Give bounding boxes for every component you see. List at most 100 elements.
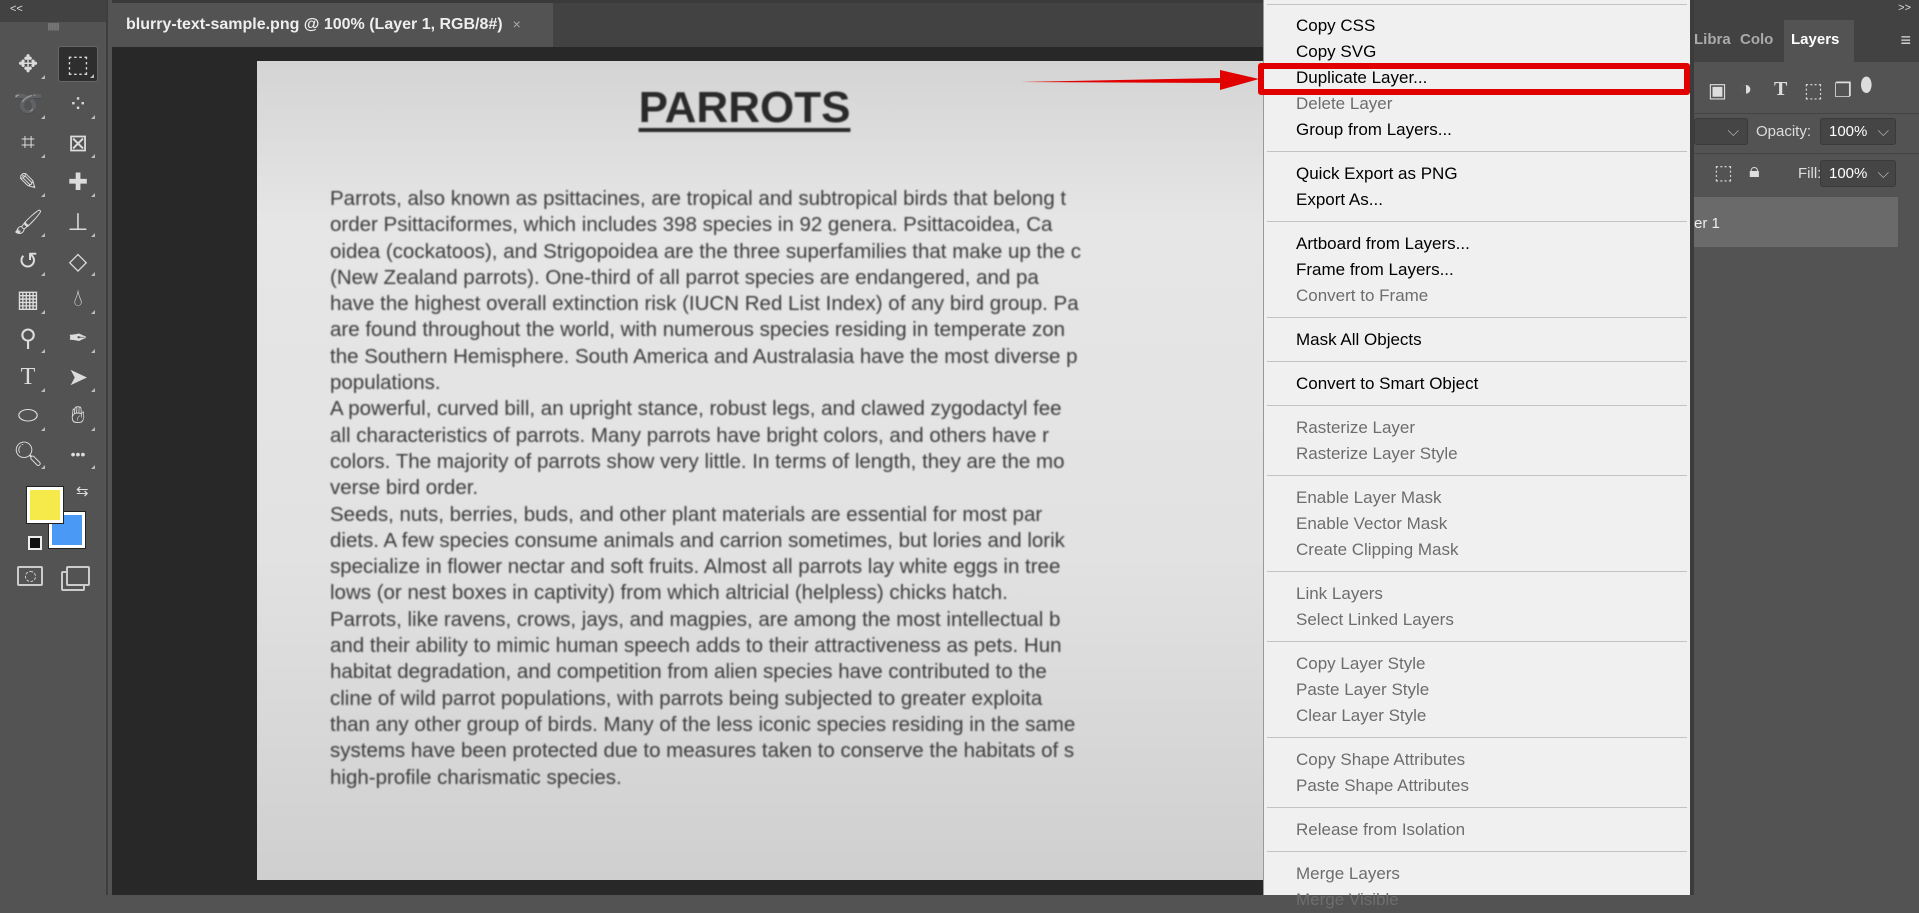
menu-separator xyxy=(1267,361,1687,362)
menu-item-convert-to-frame: Convert to Frame xyxy=(1296,286,1429,305)
expand-panels-button[interactable]: >> xyxy=(1694,0,1919,20)
fill-field[interactable]: 100% ⌵ xyxy=(1820,160,1896,187)
layer-context-menu: Copy CSS Copy SVG Duplicate Layer... Delete… xyxy=(1263,0,1690,909)
menu-item-merge-layers: Merge Layers xyxy=(1296,864,1400,883)
menu-item-create-clipping-mask: Create Clipping Mask xyxy=(1296,540,1459,559)
eyedropper-tool-icon[interactable]: ✎ xyxy=(8,164,48,200)
tab-libraries[interactable]: Libra xyxy=(1694,20,1736,62)
text-line: all characteristics of parrots. Many par… xyxy=(330,423,1049,447)
text-line: diets. A few species consume animals and… xyxy=(330,528,1065,552)
menu-item-convert-to-smart-object[interactable]: Convert to Smart Object xyxy=(1264,371,1690,397)
menu-separator xyxy=(1267,737,1687,738)
chevron-down-icon[interactable]: ⌵ xyxy=(1878,165,1889,182)
path-selection-tool-icon[interactable]: ➤ xyxy=(58,359,98,395)
menu-item-frame-from-layers[interactable]: Frame from Layers... xyxy=(1264,257,1690,283)
pen-tool-icon[interactable]: ✒ xyxy=(58,320,98,356)
tab-layers[interactable]: Layers xyxy=(1784,20,1854,62)
move-tool-icon[interactable]: ✥ xyxy=(8,46,48,82)
menu-item-enable-vector-mask: Enable Vector Mask xyxy=(1296,514,1448,533)
dodge-tool-icon[interactable]: ⚲ xyxy=(8,320,48,356)
chevron-down-icon[interactable]: ⌵ xyxy=(1878,123,1889,140)
menu-item-export-as[interactable]: Export As... xyxy=(1264,187,1690,213)
toolbar-grip[interactable]: |||||||||| xyxy=(0,22,106,34)
swap-colors-icon[interactable]: ⇆ xyxy=(76,482,89,500)
menu-item-enable-layer-mask: Enable Layer Mask xyxy=(1296,488,1442,507)
menu-item-artboard-from-layers[interactable]: Artboard from Layers... xyxy=(1264,231,1690,257)
text-line: (New Zealand parrots). One-third of all … xyxy=(330,265,1039,289)
tab-color[interactable]: Colo xyxy=(1740,20,1784,62)
document-body-text: Parrots, also known as psittacines, are … xyxy=(330,186,1081,791)
menu-item-release-from-isolation: Release from Isolation xyxy=(1296,820,1466,839)
quick-mask-icon[interactable] xyxy=(17,566,43,586)
hand-tool-icon[interactable]: ✋︎ xyxy=(58,398,98,434)
frame-tool-icon[interactable]: ⊠ xyxy=(58,125,98,161)
text-line: order Psittaciformes, which includes 398… xyxy=(330,213,1053,237)
menu-item-quick-export-as-png[interactable]: Quick Export as PNG xyxy=(1264,161,1690,187)
image-filter-icon[interactable]: ▣ xyxy=(1708,78,1727,103)
text-line: oidea (cockatoos), and Strigopoidea are … xyxy=(330,239,1081,263)
text-line: colors. The majority of parrots show ver… xyxy=(330,449,1065,473)
collapse-toolbar-button[interactable]: << xyxy=(0,0,106,22)
menu-item-merge-visible: Merge Visible xyxy=(1296,890,1399,909)
rectangular-marquee-tool-icon[interactable]: ⬚ xyxy=(58,46,98,82)
mores-tool-icon[interactable]: ••• xyxy=(58,436,98,472)
brush-tool-icon[interactable]: 🖌︎ xyxy=(8,204,48,240)
object-selection-tool-icon[interactable]: ⁘ xyxy=(58,86,98,122)
clone-stamp-tool-icon[interactable]: ⊥ xyxy=(58,204,98,240)
type-filter-icon[interactable]: T xyxy=(1774,78,1787,101)
red-arrow-annotation xyxy=(1020,70,1259,90)
blur-tool-icon[interactable]: 💧︎ xyxy=(58,281,98,317)
gradient-tool-icon[interactable]: ▦ xyxy=(8,281,48,317)
ellipse-tool-icon[interactable]: ⬭ xyxy=(8,398,48,434)
menu-separator xyxy=(1267,4,1687,5)
text-line: Seeds, nuts, berries, buds, and other pl… xyxy=(330,502,1043,526)
adjustment-filter-icon[interactable]: ◑ xyxy=(1740,78,1752,101)
smart-object-filter-icon[interactable]: ❐ xyxy=(1834,78,1852,103)
text-line: are found throughout the world, with num… xyxy=(330,318,1066,342)
layer-name: er 1 xyxy=(1694,215,1720,232)
history-brush-tool-icon[interactable]: ↺ xyxy=(8,243,48,279)
menu-separator xyxy=(1267,317,1687,318)
layers-panel: >> Libra Colo Layers ≡ ▣ ◑ T ⬚ ❐ ⬮ ⌵ Opa… xyxy=(1690,0,1919,895)
document-tab[interactable]: blurry-text-sample.png @ 100% (Layer 1, … xyxy=(112,3,553,47)
opacity-label: Opacity: xyxy=(1756,123,1812,140)
menu-item-copy-css[interactable]: Copy CSS xyxy=(1264,13,1690,39)
spot-healing-tool-icon[interactable]: ✚ xyxy=(58,164,98,200)
close-tab-icon[interactable]: × xyxy=(513,16,521,32)
text-line: than any other group of birds. Many of t… xyxy=(330,712,1076,736)
panel-menu-icon[interactable]: ≡ xyxy=(1900,30,1911,51)
menu-item-copy-svg[interactable]: Copy SVG xyxy=(1264,39,1690,65)
menu-separator xyxy=(1267,641,1687,642)
blend-mode-select[interactable]: ⌵ xyxy=(1694,118,1748,145)
menu-item-group-from-layers[interactable]: Group from Layers... xyxy=(1264,117,1690,143)
document-image[interactable]: PARROTS Parrots, also known as psittacin… xyxy=(257,61,1267,880)
text-line: the Southern Hemisphere. South America a… xyxy=(330,344,1078,368)
text-line: high-profile charismatic species. xyxy=(330,765,622,789)
crop-tool-icon[interactable]: ⌗ xyxy=(8,125,48,161)
lock-all-icon[interactable]: 🔒︎ xyxy=(1749,160,1760,183)
text-line: systems have been protected due to measu… xyxy=(330,739,1075,763)
screen-mode-icon[interactable] xyxy=(66,566,90,586)
menu-item-mask-all-objects[interactable]: Mask All Objects xyxy=(1264,327,1690,353)
opacity-field[interactable]: 100% ⌵ xyxy=(1820,118,1896,145)
menu-separator xyxy=(1267,151,1687,152)
lasso-tool-icon[interactable]: ➰ xyxy=(8,86,48,122)
panel-tabs: Libra Colo Layers ≡ xyxy=(1694,20,1919,62)
filter-toggle-icon[interactable]: ⬮ xyxy=(1860,74,1873,97)
zoom-tool-icon[interactable]: 🔍︎ xyxy=(8,436,48,472)
foreground-color-swatch[interactable] xyxy=(26,486,64,524)
text-line: A powerful, curved bill, an upright stan… xyxy=(330,397,1062,421)
default-colors-icon[interactable] xyxy=(28,536,42,550)
menu-separator xyxy=(1267,221,1687,222)
type-tool-icon[interactable]: T xyxy=(8,359,48,395)
menu-separator xyxy=(1267,807,1687,808)
menu-item-paste-shape-attributes: Paste Shape Attributes xyxy=(1296,776,1469,795)
opacity-value: 100% xyxy=(1829,123,1868,140)
text-line: and their ability to mimic human speech … xyxy=(330,634,1062,658)
eraser-tool-icon[interactable]: ◇ xyxy=(58,243,98,279)
lock-artboard-icon[interactable]: ⬚ xyxy=(1714,160,1733,185)
layer-row[interactable]: er 1 xyxy=(1694,197,1898,247)
shape-filter-icon[interactable]: ⬚ xyxy=(1804,78,1823,103)
menu-item-rasterize-layer-style: Rasterize Layer Style xyxy=(1296,444,1458,463)
text-line: populations. xyxy=(330,371,441,395)
